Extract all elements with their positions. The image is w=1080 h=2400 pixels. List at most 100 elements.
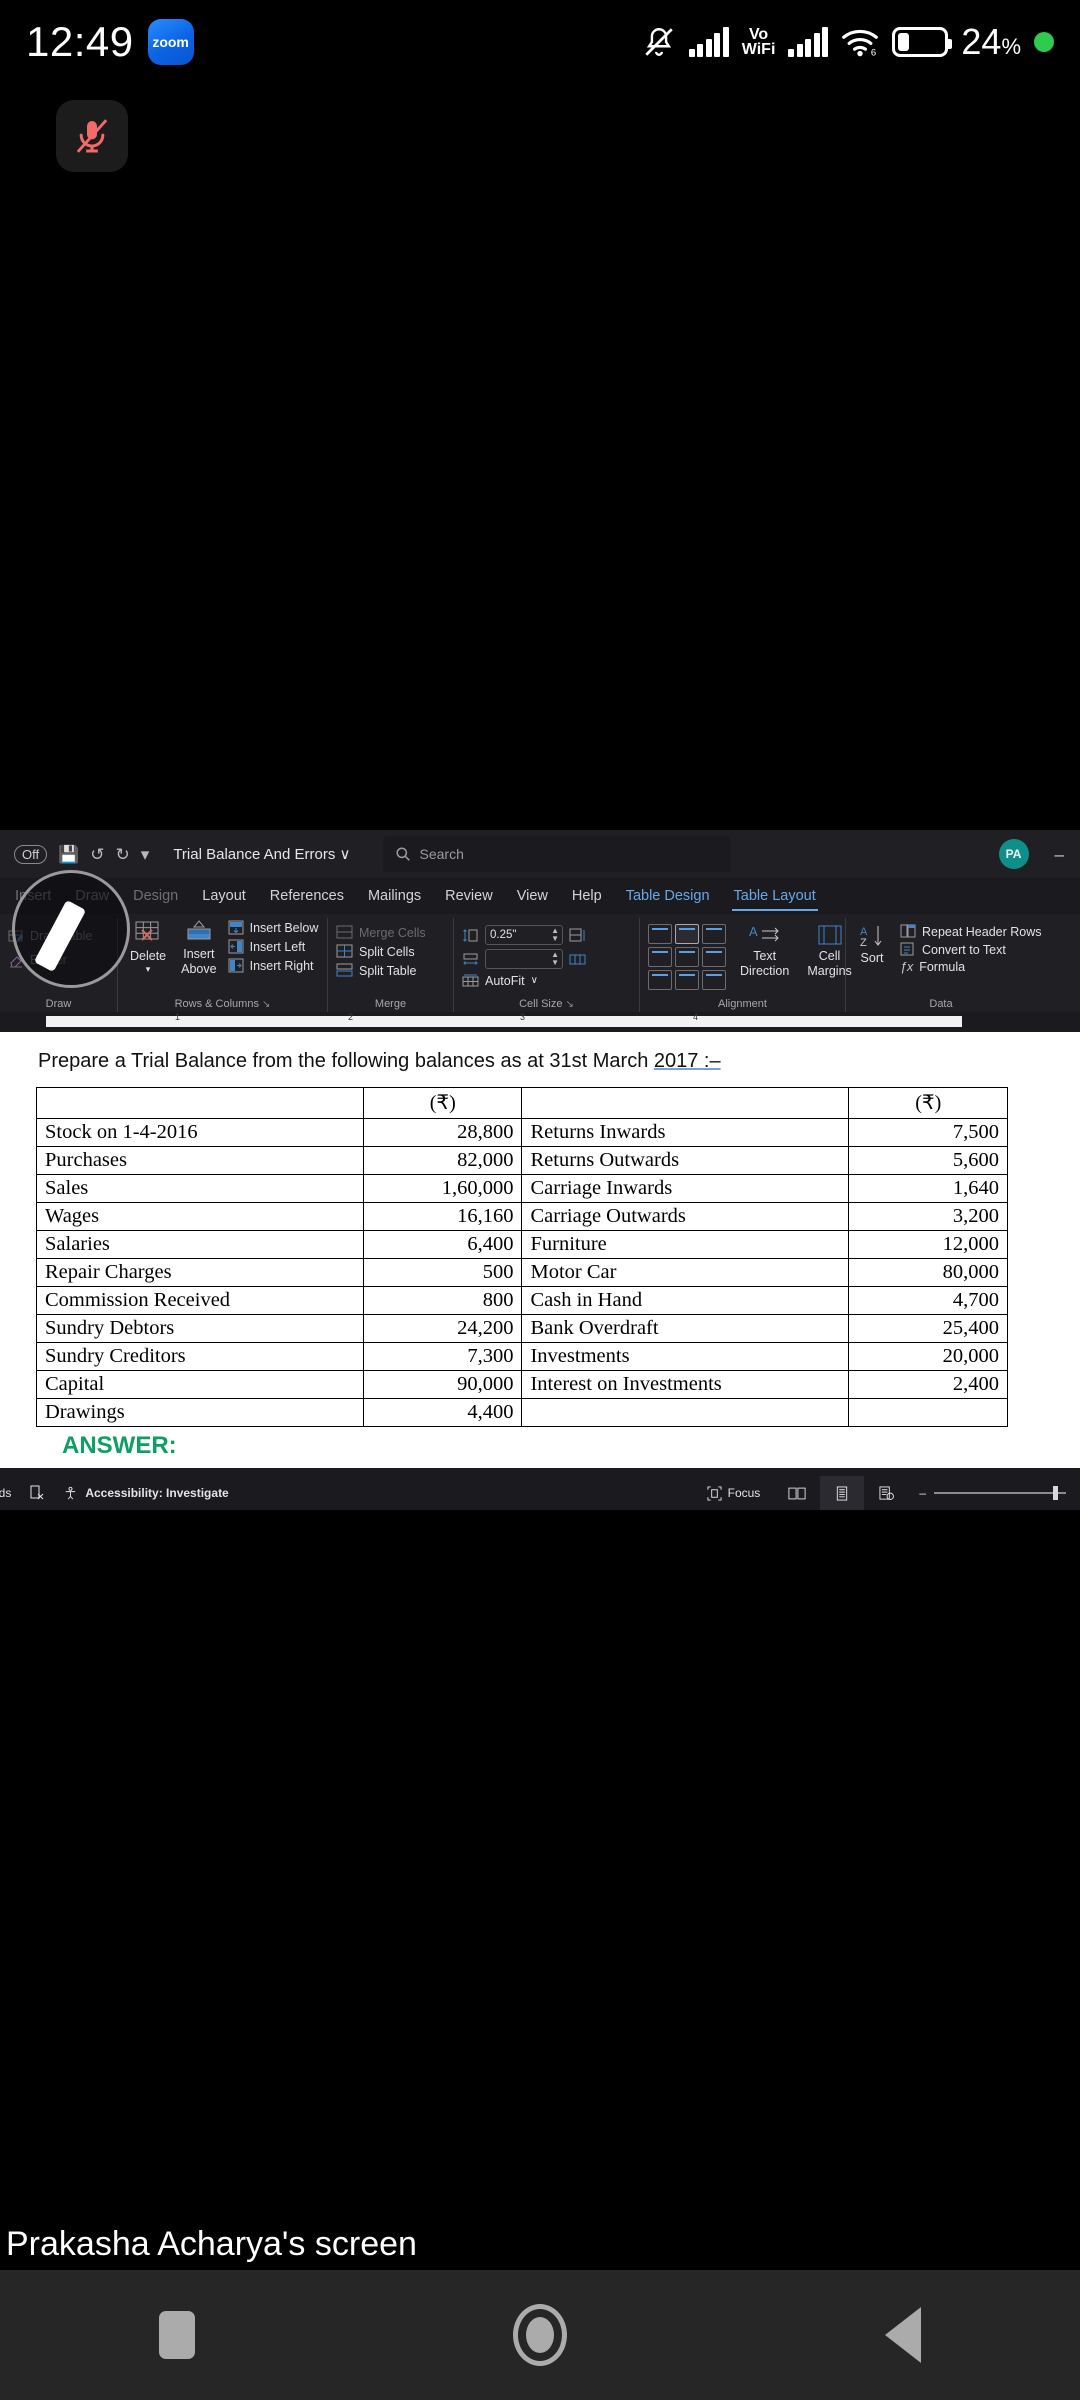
- zoom-slider-track[interactable]: [934, 1486, 1066, 1500]
- document-page[interactable]: Prepare a Trial Balance from the followi…: [0, 1032, 1080, 1468]
- row-height-spinner-icon[interactable]: ▲ ▼: [551, 927, 559, 943]
- merge-cells-icon: [336, 925, 353, 939]
- print-layout-button[interactable]: [820, 1476, 865, 1510]
- repeat-header-rows-button[interactable]: Repeat Header Rows: [900, 924, 1042, 939]
- autofit-button[interactable]: AutoFit ∨: [462, 973, 538, 988]
- table-row[interactable]: Drawings 4,400: [36, 1398, 1008, 1427]
- vowifi-icon: Vo WiFi: [742, 27, 776, 58]
- delete-button[interactable]: Delete ▾: [126, 920, 170, 975]
- insert-left-button[interactable]: Insert Left: [228, 939, 319, 955]
- convert-to-text-button[interactable]: Convert to Text: [900, 942, 1042, 957]
- table-row[interactable]: Repair Charges 500 Motor Car 80,000: [36, 1258, 1008, 1287]
- zoom-out-button[interactable]: –: [919, 1486, 926, 1500]
- word-status-bar: ords Accessibility: Investigate Focus: [0, 1476, 1080, 1510]
- right-item-name: Carriage Outwards: [521, 1202, 850, 1231]
- table-row[interactable]: Stock on 1-4-2016 28,800 Returns Inwards 7,…: [36, 1118, 1008, 1147]
- autofit-chevron-icon[interactable]: ∨: [531, 975, 538, 986]
- align-top-left-button[interactable]: [648, 924, 672, 944]
- table-row[interactable]: Capital 90,000 Interest on Investments 2,40…: [36, 1370, 1008, 1399]
- row-height-value: 0.25": [490, 929, 517, 941]
- ruler-track: [46, 1016, 962, 1027]
- sort-button[interactable]: A Z Sort: [854, 924, 890, 965]
- align-center-left-button[interactable]: [648, 947, 672, 967]
- tab-table-design[interactable]: Table Design: [615, 884, 721, 908]
- right-item-amount: 4,700: [848, 1286, 1008, 1315]
- avatar[interactable]: PA: [998, 839, 1029, 869]
- left-item-amount: 6,400: [362, 1230, 523, 1259]
- ribbon-group-merge: Merge Cells Split Cells Split Table Merg…: [328, 918, 454, 1012]
- title-bar-right: PA –: [998, 839, 1064, 869]
- table-row[interactable]: Salaries 6,400 Furniture 12,000: [36, 1230, 1008, 1259]
- split-cells-label: Split Cells: [359, 944, 415, 959]
- screen-share-banner: Prakasha Acharya's screen: [6, 2225, 417, 2263]
- tab-help[interactable]: Help: [561, 884, 613, 908]
- table-row[interactable]: Sales 1,60,000 Carriage Inwards 1,640: [36, 1174, 1008, 1203]
- horizontal-ruler[interactable]: 1 2 3 4: [0, 1012, 1080, 1032]
- question-tail: :–: [698, 1050, 721, 1072]
- zoom-slider-knob[interactable]: [1053, 1486, 1058, 1500]
- delete-chevron-icon[interactable]: ▾: [146, 964, 151, 974]
- merge-cells-button[interactable]: Merge Cells: [336, 925, 426, 940]
- group-label-alignment: Alignment: [718, 998, 767, 1010]
- back-button[interactable]: [885, 2307, 921, 2363]
- left-item-amount: 4,400: [362, 1398, 523, 1427]
- mic-mute-button[interactable]: [56, 100, 128, 172]
- split-table-button[interactable]: Split Table: [336, 963, 416, 978]
- tab-review[interactable]: Review: [434, 884, 504, 908]
- cell-size-dialog-launcher[interactable]: ↘: [566, 999, 574, 1010]
- focus-mode-button[interactable]: Focus: [693, 1476, 775, 1510]
- text-direction-icon: A: [749, 924, 779, 942]
- word-title-bar: Off 💾 ↺ ↻ ▾ Trial Balance And Errors ∨ S…: [0, 830, 1080, 878]
- search-input[interactable]: Search: [382, 836, 731, 872]
- split-cells-button[interactable]: Split Cells: [336, 944, 415, 959]
- table-row[interactable]: Sundry Creditors 7,300 Investments 20,000: [36, 1342, 1008, 1371]
- text-direction-button[interactable]: A Text Direction: [736, 924, 793, 978]
- table-column-width-icon: [463, 953, 478, 965]
- column-width-spinner-icon[interactable]: ▲ ▼: [551, 951, 559, 967]
- insert-above-button[interactable]: Insert Above: [177, 920, 220, 976]
- row-height-input[interactable]: 0.25" ▲ ▼: [485, 925, 563, 945]
- web-layout-button[interactable]: [864, 1476, 909, 1510]
- align-bottom-left-button[interactable]: [648, 970, 672, 990]
- tab-references[interactable]: References: [259, 884, 355, 908]
- customize-qat-chevron-icon[interactable]: ▾: [141, 846, 150, 863]
- tab-layout[interactable]: Layout: [191, 884, 257, 908]
- insert-below-button[interactable]: Insert Below: [228, 920, 318, 936]
- read-mode-button[interactable]: [774, 1476, 820, 1510]
- recents-button[interactable]: [159, 2311, 195, 2359]
- formula-button[interactable]: ƒx Formula: [900, 960, 1042, 974]
- tab-mailings[interactable]: Mailings: [357, 884, 432, 908]
- table-row[interactable]: Purchases 82,000 Returns Outwards 5,600: [36, 1146, 1008, 1175]
- table-row[interactable]: Commission Received 800 Cash in Hand 4,700: [36, 1286, 1008, 1315]
- align-bottom-right-button[interactable]: [702, 970, 726, 990]
- home-button[interactable]: [513, 2304, 567, 2366]
- tab-view[interactable]: View: [506, 884, 559, 908]
- tab-design[interactable]: Design: [122, 884, 189, 908]
- align-top-right-button[interactable]: [702, 924, 726, 944]
- insert-right-button[interactable]: Insert Right: [228, 958, 319, 974]
- undo-icon[interactable]: ↺: [90, 846, 104, 863]
- align-center-button[interactable]: [675, 947, 699, 967]
- zoom-slider[interactable]: –: [909, 1486, 1066, 1500]
- save-icon[interactable]: 💾: [58, 846, 79, 863]
- merge-cells-label: Merge Cells: [359, 925, 426, 940]
- zoom-app-chip[interactable]: zoom: [147, 19, 194, 65]
- document-title[interactable]: Trial Balance And Errors ∨: [173, 845, 350, 863]
- column-width-input[interactable]: ▲ ▼: [485, 949, 563, 969]
- table-row[interactable]: Wages 16,160 Carriage Outwards 3,200: [36, 1202, 1008, 1231]
- table-row[interactable]: Sundry Debtors 24,200 Bank Overdraft 25,400: [36, 1314, 1008, 1343]
- rows-columns-dialog-launcher[interactable]: ↘: [262, 999, 270, 1010]
- align-center-right-button[interactable]: [702, 947, 726, 967]
- accessibility-status[interactable]: Accessibility: Investigate: [63, 1486, 229, 1501]
- distribute-rows-icon: [569, 928, 585, 941]
- tab-table-layout[interactable]: Table Layout: [723, 884, 827, 911]
- trial-balance-table[interactable]: (₹) (₹) Stock on 1-4-2016 28,800 Returns Inw…: [36, 1087, 1008, 1427]
- autosave-toggle[interactable]: Off: [14, 844, 48, 864]
- word-count-label[interactable]: ords: [0, 1486, 11, 1500]
- minimize-button[interactable]: –: [1055, 846, 1064, 863]
- signal-bars-icon: [688, 27, 729, 57]
- redo-icon[interactable]: ↻: [116, 846, 130, 863]
- left-item-amount: 500: [362, 1258, 523, 1287]
- align-top-center-button[interactable]: [675, 924, 699, 944]
- align-bottom-center-button[interactable]: [675, 970, 699, 990]
